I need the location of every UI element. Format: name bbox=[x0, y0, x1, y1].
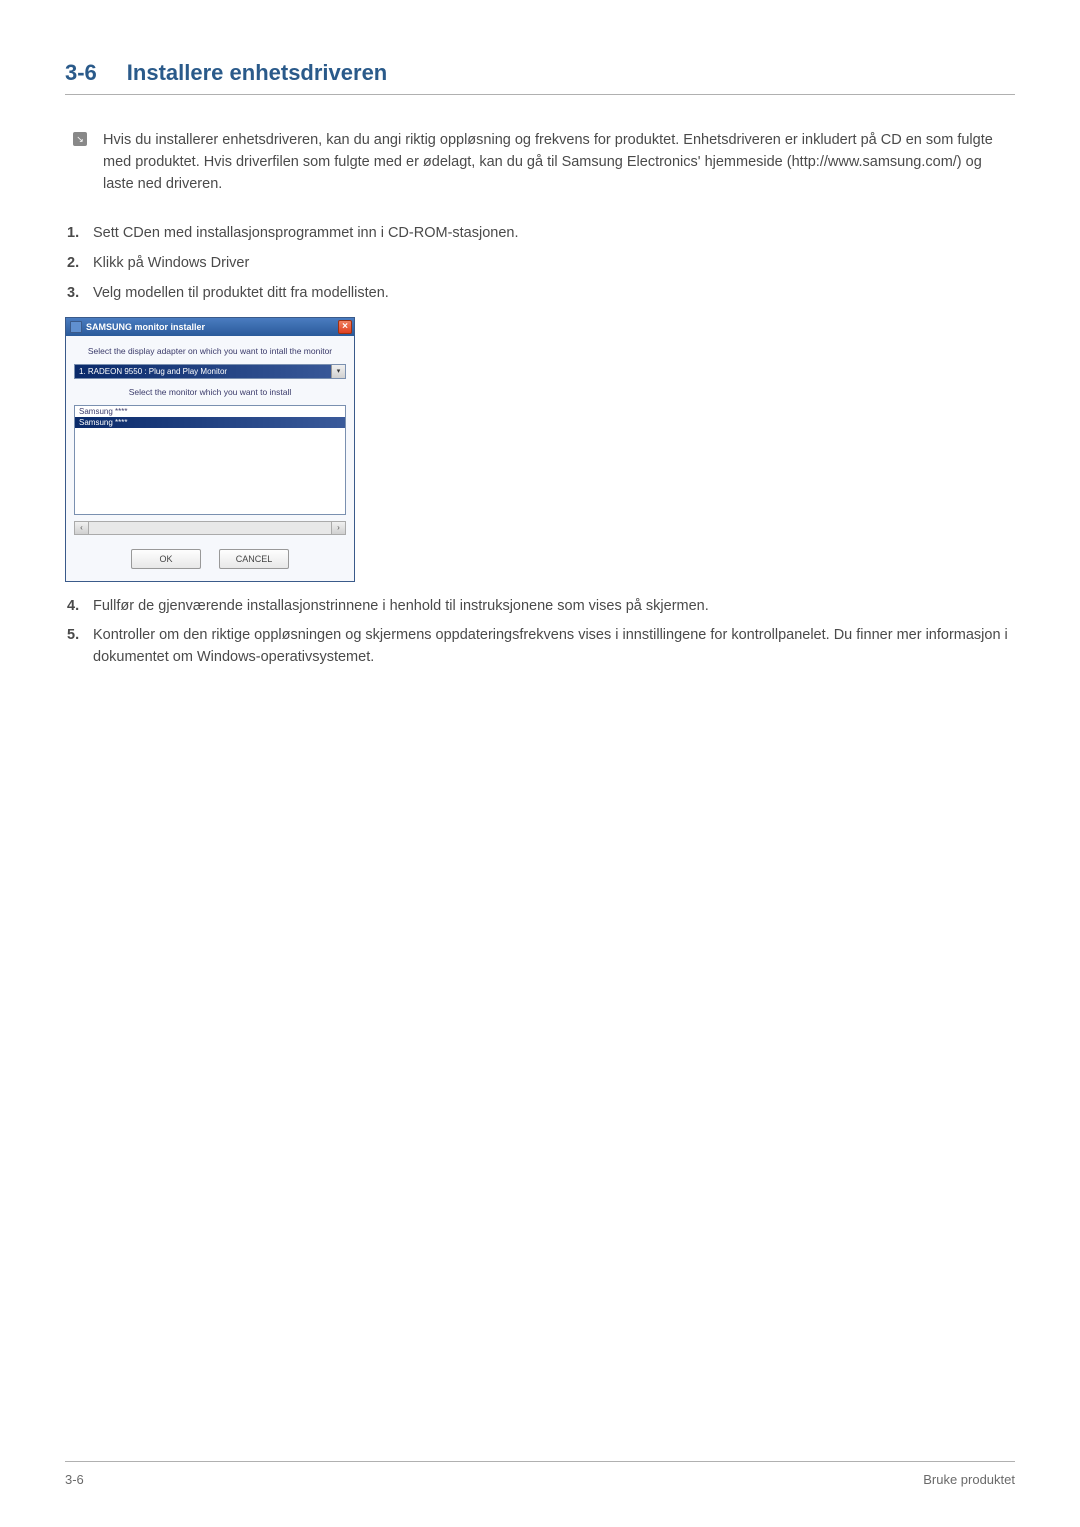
heading-underline bbox=[65, 94, 1015, 95]
step-text: Velg modellen til produktet ditt fra mod… bbox=[93, 283, 1015, 305]
steps-list-cont: Fullfør de gjenværende installasjonstrin… bbox=[65, 596, 1015, 669]
titlebar-left: SAMSUNG monitor installer bbox=[70, 321, 205, 333]
step-4: Fullfør de gjenværende installasjonstrin… bbox=[67, 596, 1015, 618]
steps-list: Sett CDen med installasjonsprogrammet in… bbox=[65, 223, 1015, 304]
horizontal-scrollbar[interactable]: ‹ › bbox=[74, 521, 346, 535]
step-text: Sett CDen med installasjonsprogrammet in… bbox=[93, 223, 1015, 245]
app-icon bbox=[70, 321, 82, 333]
step-text: Kontroller om den riktige oppløsningen o… bbox=[93, 625, 1015, 669]
note-text: Hvis du installerer enhetsdriveren, kan … bbox=[103, 130, 1015, 195]
installer-body: Select the display adapter on which you … bbox=[66, 336, 354, 581]
adapter-value: 1. RADEON 9550 : Plug and Play Monitor bbox=[75, 365, 331, 378]
note-block: Hvis du installerer enhetsdriveren, kan … bbox=[65, 130, 1015, 195]
footer-section-name: Bruke produktet bbox=[923, 1472, 1015, 1487]
ok-button[interactable]: OK bbox=[131, 549, 201, 569]
scroll-left-icon[interactable]: ‹ bbox=[75, 522, 89, 534]
page-footer: 3-6 Bruke produktet bbox=[65, 1461, 1015, 1487]
note-icon bbox=[73, 132, 87, 146]
monitor-label: Select the monitor which you want to ins… bbox=[74, 387, 346, 397]
step-text: Klikk på Windows Driver bbox=[93, 253, 1015, 275]
step-1: Sett CDen med installasjonsprogrammet in… bbox=[67, 223, 1015, 245]
scroll-track[interactable] bbox=[89, 522, 331, 534]
monitors-listbox[interactable]: Samsung **** Samsung **** bbox=[74, 405, 346, 515]
list-item[interactable]: Samsung **** bbox=[75, 417, 345, 428]
section-heading: 3-6 Installere enhetsdriveren bbox=[65, 60, 1015, 86]
step-3: Velg modellen til produktet ditt fra mod… bbox=[67, 283, 1015, 305]
cancel-button[interactable]: CANCEL bbox=[219, 549, 289, 569]
close-button[interactable]: × bbox=[338, 320, 352, 334]
step-5: Kontroller om den riktige oppløsningen o… bbox=[67, 625, 1015, 669]
footer-page-number: 3-6 bbox=[65, 1472, 84, 1487]
chevron-down-icon[interactable]: ▾ bbox=[331, 365, 345, 378]
installer-window: SAMSUNG monitor installer × Select the d… bbox=[65, 317, 355, 582]
adapter-dropdown[interactable]: 1. RADEON 9550 : Plug and Play Monitor ▾ bbox=[74, 364, 346, 379]
section-number: 3-6 bbox=[65, 60, 97, 85]
section-title-text: Installere enhetsdriveren bbox=[127, 60, 387, 85]
button-row: OK CANCEL bbox=[74, 545, 346, 573]
step-text: Fullfør de gjenværende installasjonstrin… bbox=[93, 596, 1015, 618]
list-item[interactable]: Samsung **** bbox=[75, 406, 345, 417]
step-2: Klikk på Windows Driver bbox=[67, 253, 1015, 275]
window-title: SAMSUNG monitor installer bbox=[86, 322, 205, 332]
scroll-right-icon[interactable]: › bbox=[331, 522, 345, 534]
adapter-label: Select the display adapter on which you … bbox=[74, 346, 346, 356]
installer-titlebar: SAMSUNG monitor installer × bbox=[66, 318, 354, 336]
